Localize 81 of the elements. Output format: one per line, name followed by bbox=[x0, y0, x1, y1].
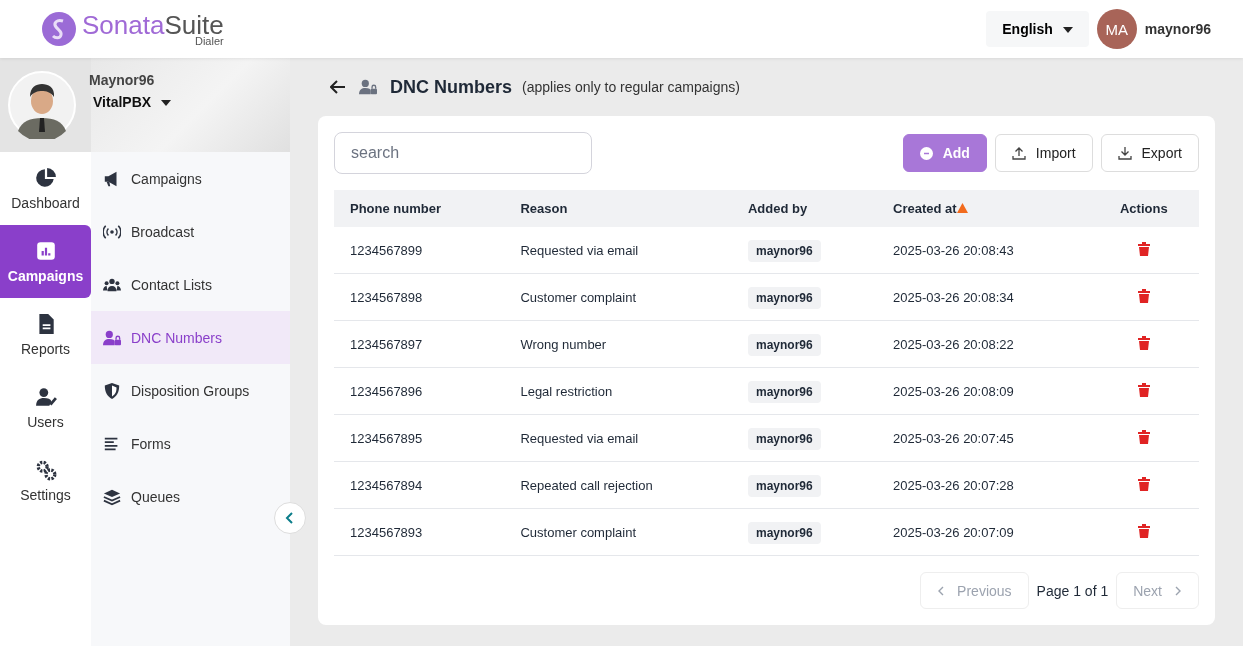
shield-icon bbox=[103, 381, 121, 400]
trash-icon[interactable] bbox=[1137, 241, 1150, 256]
upload-icon bbox=[1011, 146, 1026, 160]
column-header: Added by bbox=[747, 201, 808, 216]
table-cell: Repeated call rejection bbox=[520, 477, 653, 493]
user-tag: maynor96 bbox=[747, 380, 821, 403]
user-tag: maynor96 bbox=[747, 521, 821, 544]
column-header[interactable]: Created at bbox=[893, 201, 957, 216]
page-title: DNC Numbers bbox=[390, 76, 513, 98]
submenu-item[interactable]: Broadcast bbox=[91, 205, 290, 258]
trash-icon[interactable] bbox=[1137, 476, 1150, 491]
caret-down-icon bbox=[1062, 27, 1073, 34]
export-button[interactable]: Export bbox=[1100, 134, 1199, 172]
table-cell: Customer complaint bbox=[520, 524, 637, 540]
collapse-sidebar-button[interactable] bbox=[274, 502, 306, 534]
caret-down-icon bbox=[161, 100, 172, 107]
table-cell: 2025-03-26 20:08:22 bbox=[893, 336, 1014, 352]
table-cell: 1234567895 bbox=[350, 430, 423, 446]
table-cell: 2025-03-26 20:08:43 bbox=[893, 242, 1014, 258]
add-circle-icon bbox=[919, 146, 933, 160]
import-button[interactable]: Import bbox=[994, 134, 1093, 172]
search-field[interactable]: search bbox=[334, 132, 592, 174]
logo-icon bbox=[42, 12, 76, 46]
layers-icon bbox=[103, 487, 121, 506]
table-cell: 2025-03-26 20:08:09 bbox=[893, 383, 1014, 399]
chevron-left-icon bbox=[937, 585, 946, 596]
trash-icon[interactable] bbox=[1137, 382, 1150, 397]
table-cell: 2025-03-26 20:07:45 bbox=[893, 430, 1014, 446]
bar-chart-icon bbox=[34, 239, 57, 262]
back-arrow-icon[interactable] bbox=[330, 80, 346, 94]
user-tag: maynor96 bbox=[747, 427, 821, 450]
submenu-item[interactable]: Campaigns bbox=[91, 152, 290, 205]
table-cell: Requested via email bbox=[520, 242, 639, 258]
table-cell: 1234567894 bbox=[350, 477, 423, 493]
user-avatar[interactable]: MA bbox=[1096, 9, 1137, 49]
trash-icon[interactable] bbox=[1137, 335, 1150, 350]
table-cell: 1234567897 bbox=[350, 336, 423, 352]
avatar-silhouette-icon bbox=[8, 71, 76, 139]
column-header: Actions bbox=[1119, 201, 1168, 216]
chevron-right-icon bbox=[1174, 585, 1182, 596]
page-note: (applies only to regular campaigns) bbox=[522, 79, 740, 95]
table-cell: 1234567898 bbox=[350, 289, 423, 305]
table-cell: Wrong number bbox=[520, 336, 607, 352]
user-tag: maynor96 bbox=[747, 286, 821, 309]
column-header: Reason bbox=[520, 201, 568, 216]
submenu-item[interactable]: Contact Lists bbox=[91, 258, 290, 311]
table-cell: Legal restriction bbox=[520, 383, 613, 399]
submenu-item[interactable]: Forms bbox=[91, 417, 290, 470]
submenu-item[interactable]: DNC Numbers bbox=[91, 311, 290, 364]
table-cell: 1234567896 bbox=[350, 383, 423, 399]
organization-dropdown[interactable]: VitalPBX bbox=[91, 94, 172, 110]
table-cell: Requested via email bbox=[520, 430, 639, 446]
table-cell: 1234567899 bbox=[350, 242, 423, 258]
user-tag: maynor96 bbox=[747, 333, 821, 356]
user-edit-icon bbox=[34, 385, 57, 408]
user-tag: maynor96 bbox=[747, 474, 821, 497]
chevron-left-icon bbox=[284, 512, 296, 524]
table-cell: 2025-03-26 20:07:28 bbox=[893, 477, 1014, 493]
trash-icon[interactable] bbox=[1137, 288, 1150, 303]
trash-icon[interactable] bbox=[1137, 429, 1150, 444]
column-header: Phone number bbox=[350, 201, 441, 216]
table-cell: 2025-03-26 20:07:09 bbox=[893, 524, 1014, 540]
gears-icon bbox=[34, 458, 57, 481]
table-cell: Customer complaint bbox=[520, 289, 637, 305]
sort-ascending-icon bbox=[956, 203, 968, 213]
user-lock-icon bbox=[103, 328, 121, 347]
user-lock-icon bbox=[358, 78, 378, 96]
trash-icon[interactable] bbox=[1137, 523, 1150, 538]
page-indicator: Page 1 of 1 bbox=[1036, 582, 1109, 599]
profile-name: Maynor96 bbox=[89, 72, 156, 88]
language-dropdown[interactable]: English bbox=[986, 11, 1089, 47]
submenu-item[interactable]: Queues bbox=[91, 470, 290, 523]
pie-chart-icon bbox=[34, 166, 57, 189]
username: maynor96 bbox=[1144, 21, 1211, 37]
table-cell: 1234567893 bbox=[350, 524, 423, 540]
broadcast-icon bbox=[103, 222, 121, 241]
download-icon bbox=[1117, 146, 1132, 160]
nav-item[interactable]: Campaigns bbox=[0, 225, 91, 298]
user-tag: maynor96 bbox=[747, 239, 821, 262]
table-cell: 2025-03-26 20:08:34 bbox=[893, 289, 1014, 305]
submenu-item[interactable]: Disposition Groups bbox=[91, 364, 290, 417]
